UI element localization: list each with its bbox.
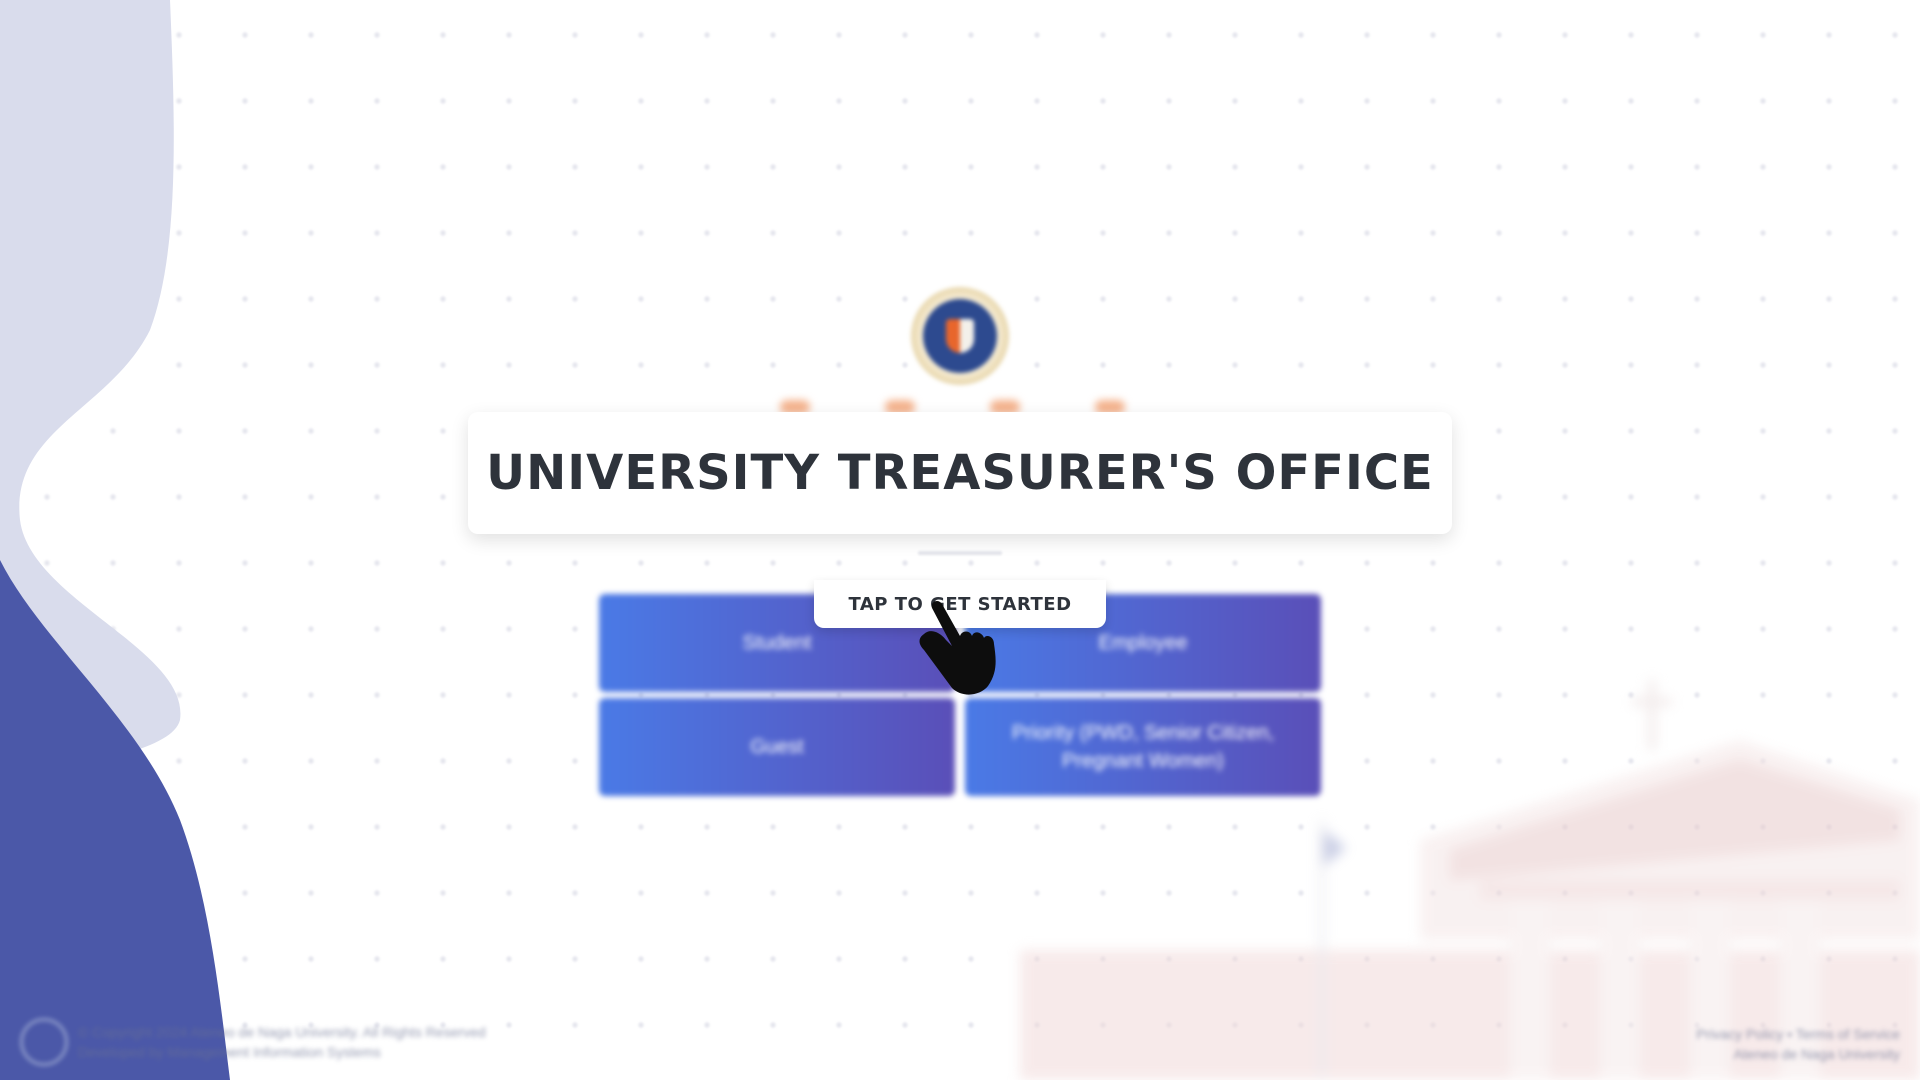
page-title: UNIVERSITY TREASURER'S OFFICE <box>486 445 1434 501</box>
option-guest-button[interactable]: Guest <box>599 698 955 796</box>
title-underline-decoration <box>918 551 1002 555</box>
footer-version: Ateneo de Naga University <box>1733 1046 1900 1062</box>
left-wave-decoration <box>0 0 230 1080</box>
footer-developer: Developed by Management Information Syst… <box>78 1044 381 1060</box>
footer-links[interactable]: Privacy Policy • Terms of Service <box>1696 1024 1900 1044</box>
footer-left: © Copyright 2024 Ateneo de Naga Universi… <box>20 1018 486 1066</box>
title-card: UNIVERSITY TREASURER'S OFFICE <box>468 412 1452 534</box>
option-priority-button[interactable]: Priority (PWD, Senior Citizen, Pregnant … <box>965 698 1321 796</box>
university-seal-icon <box>911 287 1009 385</box>
hand-pointer-icon <box>919 601 996 695</box>
footer-logo-icon <box>20 1018 68 1066</box>
footer-copyright: © Copyright 2024 Ateneo de Naga Universi… <box>78 1024 486 1040</box>
footer-right: Privacy Policy • Terms of Service Ateneo… <box>1696 1024 1900 1064</box>
